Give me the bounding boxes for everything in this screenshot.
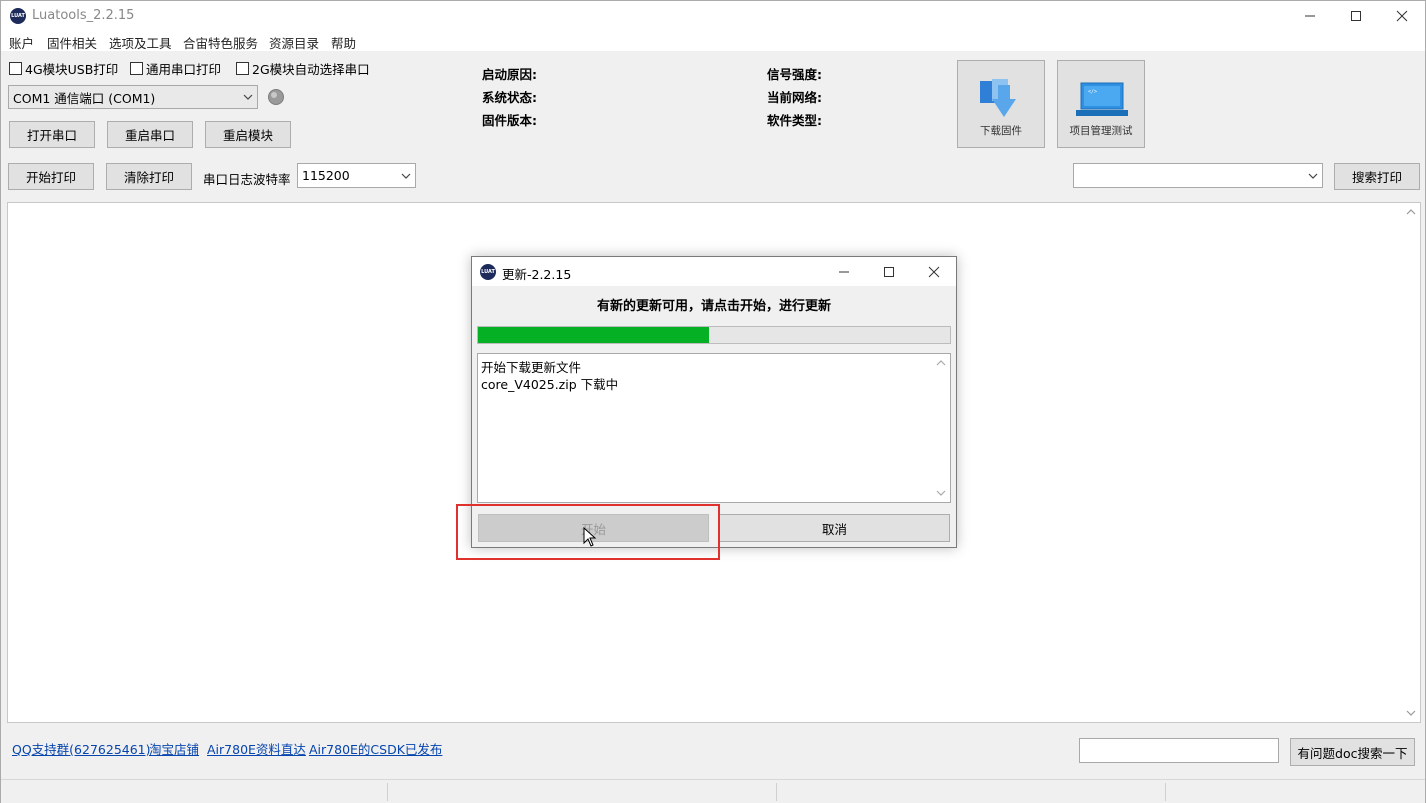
doc-search-button[interactable]: 有问题doc搜索一下 <box>1290 738 1415 766</box>
air780e-csdk-link[interactable]: Air780E的CSDK已发布 <box>309 739 442 758</box>
open-port-button[interactable]: 打开串口 <box>9 121 95 148</box>
signal-strength-label: 信号强度: <box>767 67 822 82</box>
maximize-button[interactable] <box>1333 1 1379 31</box>
title-bar: LUAT Luatools_2.2.15 <box>1 1 1425 31</box>
status-separator <box>387 783 388 801</box>
download-firmware-button[interactable]: 下载固件 <box>957 60 1045 148</box>
dialog-title: 更新-2.2.15 <box>502 267 572 282</box>
scroll-down-icon[interactable] <box>936 489 946 497</box>
restart-port-button[interactable]: 重启串口 <box>107 121 193 148</box>
checkbox-4g-usb-print[interactable]: 4G模块USB打印 <box>9 59 118 78</box>
log-scrollbar[interactable] <box>1403 203 1420 722</box>
svg-text:</>: </> <box>1088 89 1097 95</box>
close-icon <box>928 266 939 277</box>
minimize-icon <box>1305 15 1315 17</box>
menu-services[interactable]: 合宙特色服务 <box>183 33 258 52</box>
close-icon <box>1396 10 1408 22</box>
dialog-cancel-button[interactable]: 取消 <box>719 514 950 542</box>
progress-fill <box>478 327 710 343</box>
menu-help[interactable]: 帮助 <box>331 33 356 52</box>
checkbox-serial-print[interactable]: 通用串口打印 <box>130 59 221 78</box>
menu-firmware[interactable]: 固件相关 <box>47 33 97 52</box>
port-select-value: COM1 通信端口 (COM1) <box>13 90 156 106</box>
scroll-down-icon[interactable] <box>1406 709 1416 717</box>
qq-group-link[interactable]: QQ支持群(627625461) <box>12 739 151 758</box>
menu-bar: 账户 固件相关 选项及工具 合宙特色服务 资源目录 帮助 <box>1 31 1425 51</box>
firmware-version-label: 固件版本: <box>482 113 537 128</box>
mouse-cursor-icon <box>583 527 597 547</box>
status-separator <box>1165 783 1166 801</box>
download-firmware-label: 下载固件 <box>980 125 1022 137</box>
restart-module-button[interactable]: 重启模块 <box>205 121 291 148</box>
checkbox-label: 2G模块自动选择串口 <box>252 62 370 77</box>
port-status-indicator-icon <box>268 89 284 105</box>
dialog-log-line: core_V4025.zip 下载中 <box>481 377 619 392</box>
dialog-title-bar: LUAT 更新-2.2.15 <box>472 257 956 286</box>
search-select[interactable] <box>1073 163 1323 188</box>
window-title: Luatools_2.2.15 <box>32 8 135 23</box>
minimize-icon <box>838 271 849 272</box>
laptop-icon: </> <box>1076 82 1128 116</box>
close-button[interactable] <box>1379 1 1425 31</box>
software-type-label: 软件类型: <box>767 113 822 128</box>
dialog-maximize-button[interactable] <box>866 257 911 286</box>
dialog-minimize-button[interactable] <box>821 257 866 286</box>
baud-select[interactable]: 115200 <box>297 163 416 188</box>
checkbox-2g-auto-port[interactable]: 2G模块自动选择串口 <box>236 59 370 78</box>
scroll-up-icon[interactable] <box>1406 208 1416 216</box>
download-arrow-icon <box>980 79 1016 117</box>
doc-search-input[interactable] <box>1079 738 1279 763</box>
menu-options-tools[interactable]: 选项及工具 <box>109 33 172 52</box>
chevron-down-icon <box>1308 173 1318 179</box>
dialog-logo-icon: LUAT <box>480 264 496 280</box>
main-window: LUAT Luatools_2.2.15 账户 固件相关 选项及工具 合宙特色服… <box>0 0 1426 803</box>
current-network-label: 当前网络: <box>767 90 822 105</box>
checkbox-label: 通用串口打印 <box>146 62 222 77</box>
menu-account[interactable]: 账户 <box>9 33 34 52</box>
checkbox-box[interactable] <box>9 62 22 75</box>
status-separator <box>776 783 777 801</box>
start-print-button[interactable]: 开始打印 <box>8 163 94 190</box>
chevron-down-icon <box>243 94 253 100</box>
checkbox-box[interactable] <box>130 62 143 75</box>
dialog-close-button[interactable] <box>911 257 956 286</box>
baud-label: 串口日志波特率 <box>203 172 291 187</box>
minimize-button[interactable] <box>1287 1 1333 31</box>
chevron-down-icon <box>401 173 411 179</box>
dialog-log-area[interactable]: 开始下载更新文件 core_V4025.zip 下载中 <box>477 353 951 503</box>
scroll-up-icon[interactable] <box>936 359 946 367</box>
app-logo-icon: LUAT <box>10 8 26 24</box>
dialog-message: 有新的更新可用，请点击开始，进行更新 <box>596 299 831 314</box>
maximize-icon <box>883 266 894 277</box>
download-progress-bar <box>477 326 951 344</box>
system-status-label: 系统状态: <box>482 90 537 105</box>
status-bar <box>1 779 1425 803</box>
checkbox-label: 4G模块USB打印 <box>25 62 119 77</box>
checkbox-box[interactable] <box>236 62 249 75</box>
baud-select-value: 115200 <box>302 168 350 183</box>
clear-print-button[interactable]: 清除打印 <box>106 163 192 190</box>
project-test-button[interactable]: </> 项目管理测试 <box>1057 60 1145 148</box>
dialog-log-scrollbar[interactable] <box>933 354 950 502</box>
taobao-shop-link[interactable]: 淘宝店铺 <box>149 739 199 758</box>
boot-reason-label: 启动原因: <box>482 67 537 82</box>
project-test-label: 项目管理测试 <box>1069 125 1133 137</box>
port-select[interactable]: COM1 通信端口 (COM1) <box>8 85 258 109</box>
menu-resources[interactable]: 资源目录 <box>269 33 319 52</box>
search-print-button[interactable]: 搜索打印 <box>1334 163 1420 190</box>
maximize-icon <box>1351 11 1361 21</box>
air780e-docs-link[interactable]: Air780E资料直达 <box>207 739 306 758</box>
